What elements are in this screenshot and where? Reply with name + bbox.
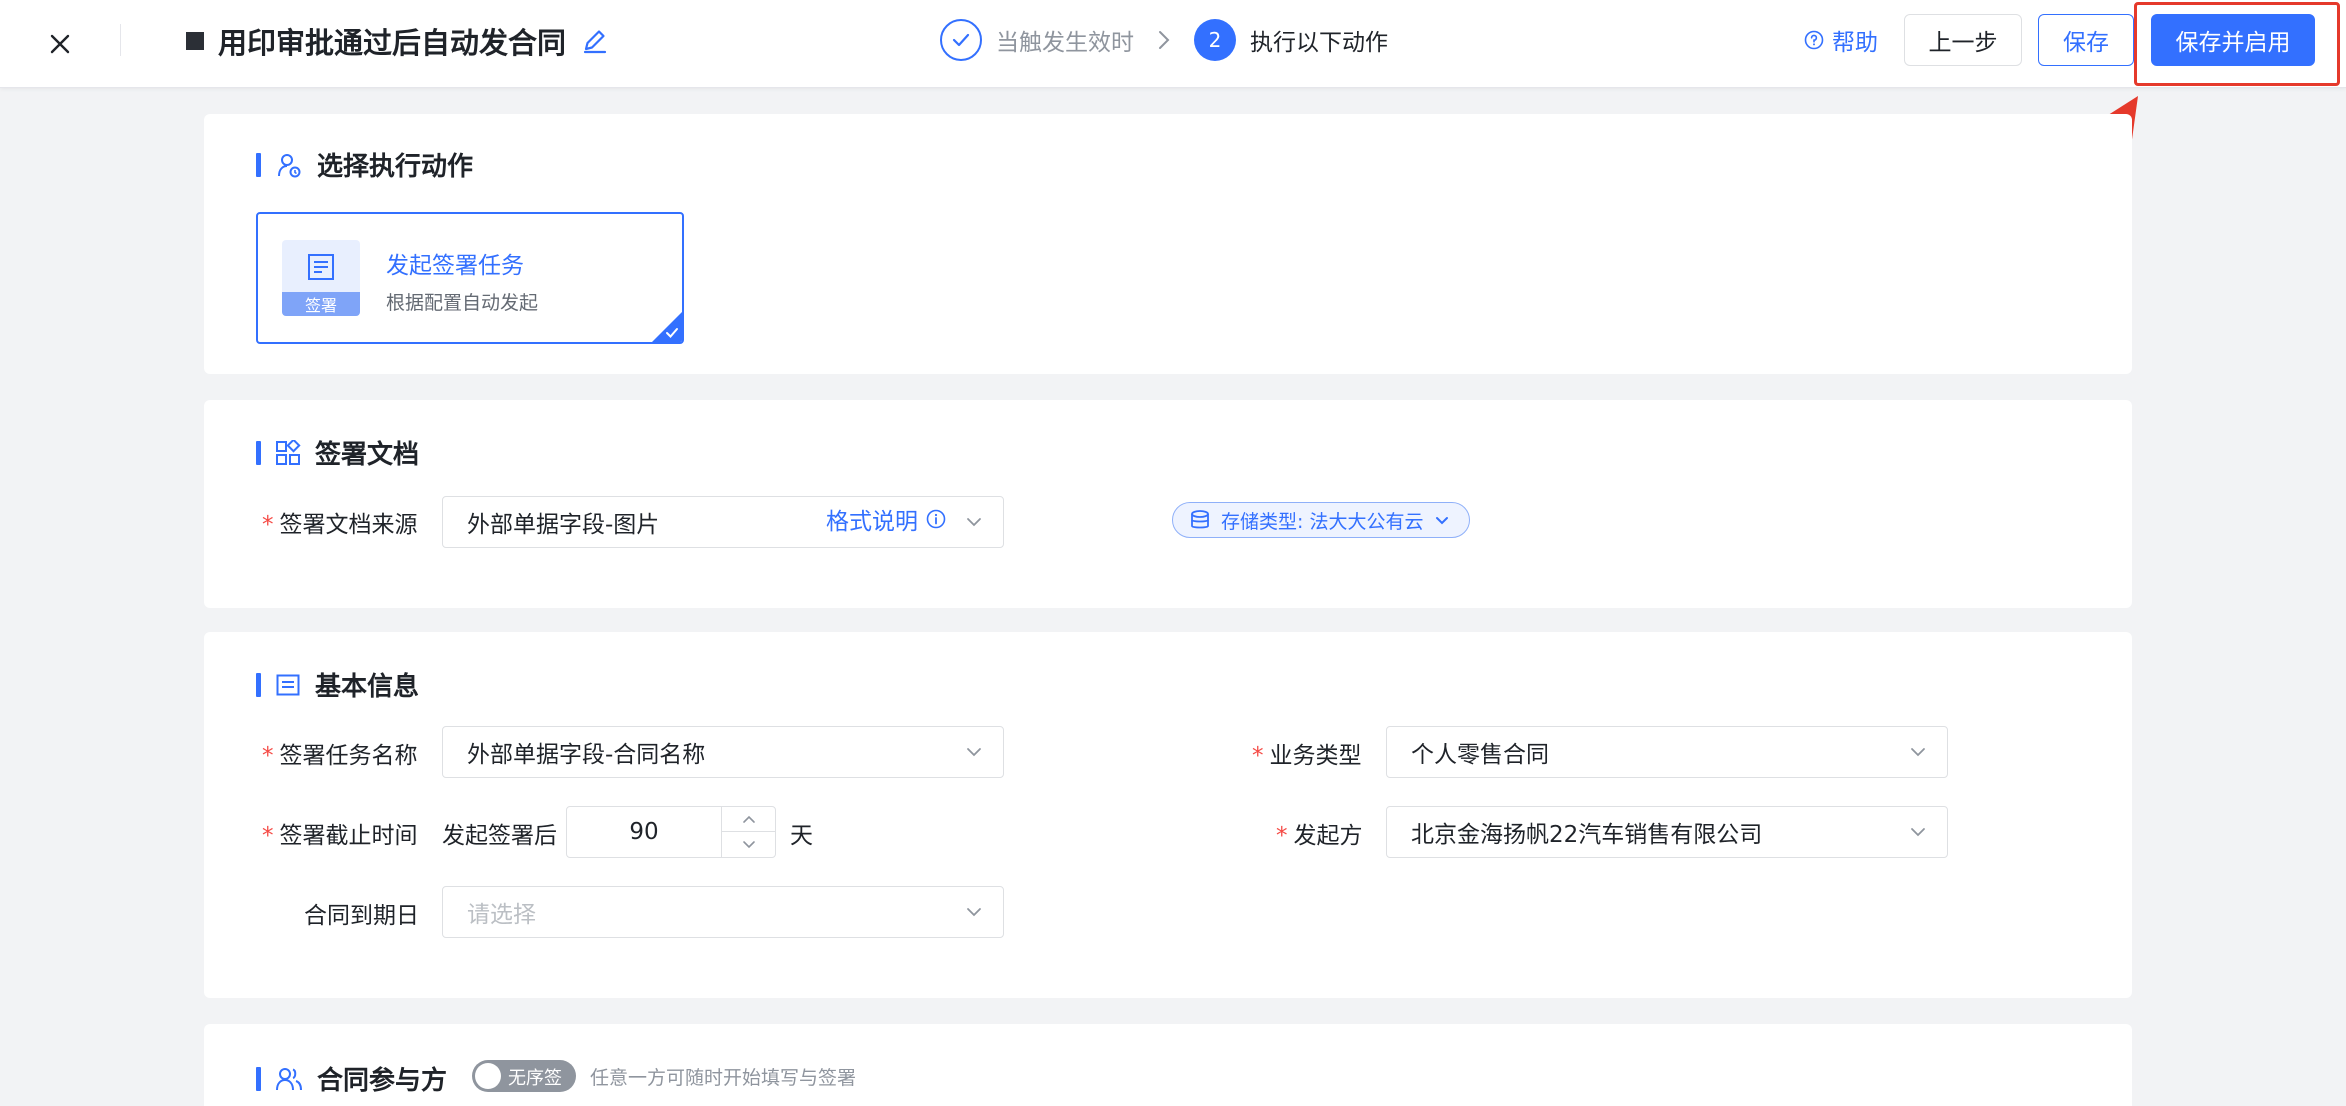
basic-info-section-title: 基本信息 [315, 672, 420, 702]
save-and-enable-button[interactable]: 保存并启用 [2151, 14, 2315, 66]
action-section-header: 选择执行动作 [256, 146, 473, 183]
check-icon [666, 328, 678, 338]
step-indicator: 当触发生效时 2 执行以下动作 [940, 18, 1388, 62]
required-asterisk: * [1252, 743, 1264, 769]
title-accent-bar [256, 672, 261, 697]
unordered-signing-toggle[interactable]: 无序签 [472, 1060, 576, 1092]
doc-source-label-text: 签署文档来源 [279, 512, 418, 538]
action-section-card: 选择执行动作 签署 发起签署任务 根据配置自动发起 [204, 114, 2132, 374]
document-section-title: 签署文档 [315, 440, 420, 470]
pencil-icon [583, 30, 607, 54]
action-option-name: 发起签署任务 [386, 253, 524, 279]
action-section-title: 选择执行动作 [317, 152, 474, 182]
title-accent-bar [256, 1066, 261, 1091]
storage-type-text: 存储类型: 法大大公有云 [1221, 510, 1424, 533]
initiator-label-text: 发起方 [1293, 823, 1363, 849]
header-divider [120, 24, 121, 56]
biz-type-label-text: 业务类型 [1269, 743, 1362, 769]
initiator-value: 北京金海扬帆22汽车销售有限公司 [1411, 822, 1763, 848]
chevron-right-icon [1159, 31, 1170, 49]
deadline-prefix: 发起签署后 [442, 823, 557, 849]
required-asterisk: * [262, 823, 274, 849]
expiry-placeholder: 请选择 [467, 902, 536, 928]
close-icon [50, 34, 70, 54]
storage-type-dropdown[interactable]: 存储类型: 法大大公有云 [1172, 502, 1471, 538]
step-action[interactable]: 2 执行以下动作 [1194, 19, 1388, 61]
signing-document-icon: 签署 [282, 240, 360, 316]
form-document-icon [276, 674, 300, 695]
deadline-days-stepper[interactable]: 90 [566, 806, 776, 858]
doc-source-label: * 签署文档来源 [262, 505, 418, 539]
chevron-up-icon [743, 815, 755, 823]
increment-button[interactable] [722, 807, 776, 832]
doc-source-value: 外部单据字段-图片 [467, 512, 660, 538]
page-title: 用印审批通过后自动发合同 [218, 26, 567, 60]
action-icon-caption: 签署 [282, 292, 360, 316]
expiry-date-select[interactable]: 请选择 [442, 886, 1004, 938]
help-label: 帮助 [1832, 30, 1878, 56]
biz-type-select[interactable]: 个人零售合同 [1386, 726, 1948, 778]
action-option-initiate-signing[interactable]: 签署 发起签署任务 根据配置自动发起 [256, 212, 684, 344]
biz-type-value: 个人零售合同 [1411, 742, 1549, 768]
database-icon [1191, 510, 1209, 529]
required-asterisk: * [1276, 823, 1288, 849]
title-accent-bar [256, 152, 261, 177]
help-link[interactable]: 帮助 [1804, 22, 1878, 58]
step-done-circle [940, 19, 982, 61]
initiator-select[interactable]: 北京金海扬帆22汽车销售有限公司 [1386, 806, 1948, 858]
task-name-label-text: 签署任务名称 [279, 743, 418, 769]
deadline-unit: 天 [790, 823, 813, 849]
check-icon [952, 33, 970, 47]
step-number-badge: 2 [1194, 19, 1236, 61]
stepper-controls [721, 807, 776, 857]
participants-section-header: 合同参与方 [256, 1060, 447, 1097]
grid-apps-icon [276, 439, 301, 465]
chevron-down-icon [1911, 828, 1925, 837]
chevron-down-icon [967, 518, 981, 527]
step-label-action: 执行以下动作 [1250, 30, 1388, 56]
deadline-label-text: 签署截止时间 [279, 823, 418, 849]
page-title-group: 用印审批通过后自动发合同 [186, 20, 610, 62]
task-name-label: * 签署任务名称 [262, 736, 418, 770]
format-help-link[interactable]: 格式说明 [826, 502, 946, 536]
close-button[interactable] [40, 24, 80, 64]
participants-section-title: 合同参与方 [317, 1066, 448, 1096]
step-separator [1134, 29, 1194, 51]
previous-step-button[interactable]: 上一步 [1904, 14, 2022, 66]
deadline-days-value[interactable]: 90 [567, 807, 721, 857]
users-icon [276, 1067, 302, 1090]
edit-title-button[interactable] [580, 26, 610, 56]
chevron-down-icon [743, 840, 755, 848]
robot-action-icon [278, 153, 301, 177]
save-button[interactable]: 保存 [2038, 14, 2134, 66]
basic-info-section-header: 基本信息 [256, 666, 419, 703]
title-accent-bar [256, 440, 261, 465]
step-label-trigger: 当触发生效时 [996, 30, 1134, 56]
toggle-hint-text: 任意一方可随时开始填写与签署 [590, 1067, 857, 1089]
chevron-down-icon [967, 748, 981, 757]
required-asterisk: * [262, 512, 274, 538]
expiry-label: 合同到期日 [304, 903, 419, 929]
format-help-text: 格式说明 [826, 509, 918, 535]
title-square-icon [186, 32, 204, 50]
biz-type-label: * 业务类型 [1252, 736, 1362, 770]
initiator-label: * 发起方 [1276, 816, 1363, 850]
decrement-button[interactable] [722, 832, 776, 857]
step-trigger[interactable]: 当触发生效时 [940, 19, 1134, 61]
required-asterisk: * [262, 743, 274, 769]
chevron-down-icon [967, 908, 981, 917]
document-section-header: 签署文档 [256, 434, 419, 471]
chevron-down-icon [1911, 748, 1925, 757]
action-option-description: 根据配置自动发起 [386, 292, 539, 314]
toggle-label: 无序签 [508, 1068, 562, 1089]
info-circle-icon [926, 509, 946, 529]
deadline-label: * 签署截止时间 [262, 816, 418, 850]
task-name-select[interactable]: 外部单据字段-合同名称 [442, 726, 1004, 778]
chevron-down-icon [1436, 517, 1449, 525]
top-header: 用印审批通过后自动发合同 当触发生效时 2 执行以下动作 帮助 上一步 保存 保… [0, 0, 2346, 88]
toggle-knob [475, 1063, 501, 1089]
question-circle-icon [1804, 30, 1824, 50]
task-name-value: 外部单据字段-合同名称 [467, 742, 706, 768]
